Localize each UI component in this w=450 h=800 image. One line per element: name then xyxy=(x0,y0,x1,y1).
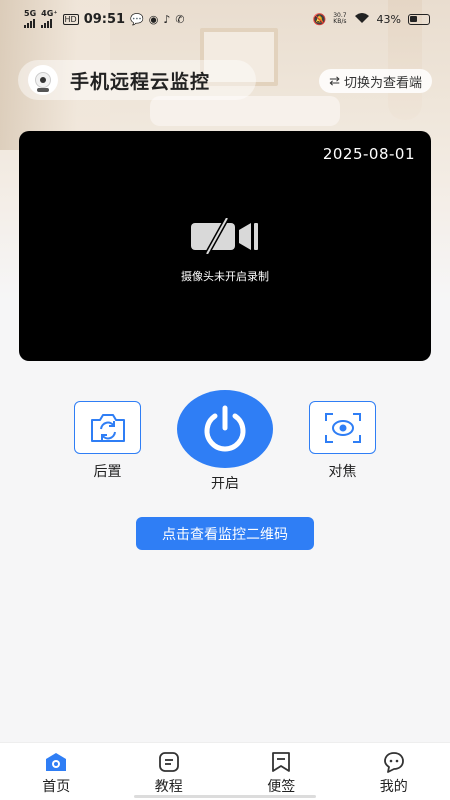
rear-camera-button[interactable] xyxy=(74,401,141,454)
eye-app-icon: ◉ xyxy=(148,12,159,26)
battery-icon xyxy=(408,13,430,25)
status-time: 09:51 xyxy=(83,11,126,27)
wifi-icon xyxy=(354,12,370,27)
power-button[interactable] xyxy=(177,390,273,468)
nav-label-tutorial: 教程 xyxy=(154,779,183,795)
preview-status-message: 摄像头未开启录制 xyxy=(181,270,269,283)
nav-item-profile[interactable]: 我的 xyxy=(338,743,450,800)
network-speed: 30.7 KB/s xyxy=(333,12,347,25)
tiktok-icon: ♪ xyxy=(163,12,171,26)
swap-arrows-icon: ⇄ xyxy=(329,73,340,88)
camera-switch-icon xyxy=(90,413,125,442)
signal-5g-icon: 5G xyxy=(24,10,36,28)
camera-off-icon xyxy=(191,218,258,254)
phone-icon: ✆ xyxy=(175,12,185,26)
nav-label-notes: 便签 xyxy=(267,779,296,795)
preview-date: 2025-08-01 xyxy=(322,145,415,163)
nav-label-profile: 我的 xyxy=(379,779,408,795)
focus-icon xyxy=(324,412,361,443)
note-icon xyxy=(272,752,291,772)
power-icon xyxy=(204,405,246,452)
status-bar: 5G 4G⁺ HD 09:51 💬 ◉ ♪ ✆ 🔕 30.7 KB/s 43% xyxy=(0,0,450,38)
page-title: 手机远程云监控 xyxy=(70,70,211,93)
view-qr-code-button[interactable]: 点击查看监控二维码 xyxy=(136,517,314,550)
battery-percent: 43% xyxy=(376,12,401,26)
nav-item-notes[interactable]: 便签 xyxy=(225,743,338,800)
mute-bell-icon: 🔕 xyxy=(312,12,327,26)
bottom-nav: 首页 教程 便签 我的 xyxy=(0,742,450,800)
nav-item-home[interactable]: 首页 xyxy=(0,743,113,800)
app-header: 手机远程云监控 ⇄ 切换为查看端 xyxy=(18,60,432,100)
signal-4g-icon: 4G⁺ xyxy=(41,10,58,28)
rear-camera-label: 后置 xyxy=(93,464,122,480)
home-indicator xyxy=(134,795,316,798)
hd-badge: HD xyxy=(62,13,79,25)
tutorial-icon xyxy=(158,752,179,772)
focus-button[interactable] xyxy=(309,401,376,454)
focus-label: 对焦 xyxy=(328,464,357,480)
rear-camera-control: 后置 xyxy=(74,401,141,481)
nav-item-tutorial[interactable]: 教程 xyxy=(113,743,226,800)
power-label: 开启 xyxy=(211,476,239,492)
message-icon: 💬 xyxy=(130,12,144,26)
focus-control: 对焦 xyxy=(309,401,376,481)
home-camera-icon xyxy=(46,753,67,771)
title-pill: 手机远程云监控 xyxy=(18,60,256,100)
nav-label-home: 首页 xyxy=(42,779,71,795)
switch-to-viewer-button[interactable]: ⇄ 切换为查看端 xyxy=(319,69,432,93)
switch-label: 切换为查看端 xyxy=(343,74,422,90)
profile-icon xyxy=(383,752,404,773)
camera-preview[interactable]: 2025-08-01 摄像头未开启录制 xyxy=(19,131,431,361)
camera-avatar-icon xyxy=(28,65,58,95)
